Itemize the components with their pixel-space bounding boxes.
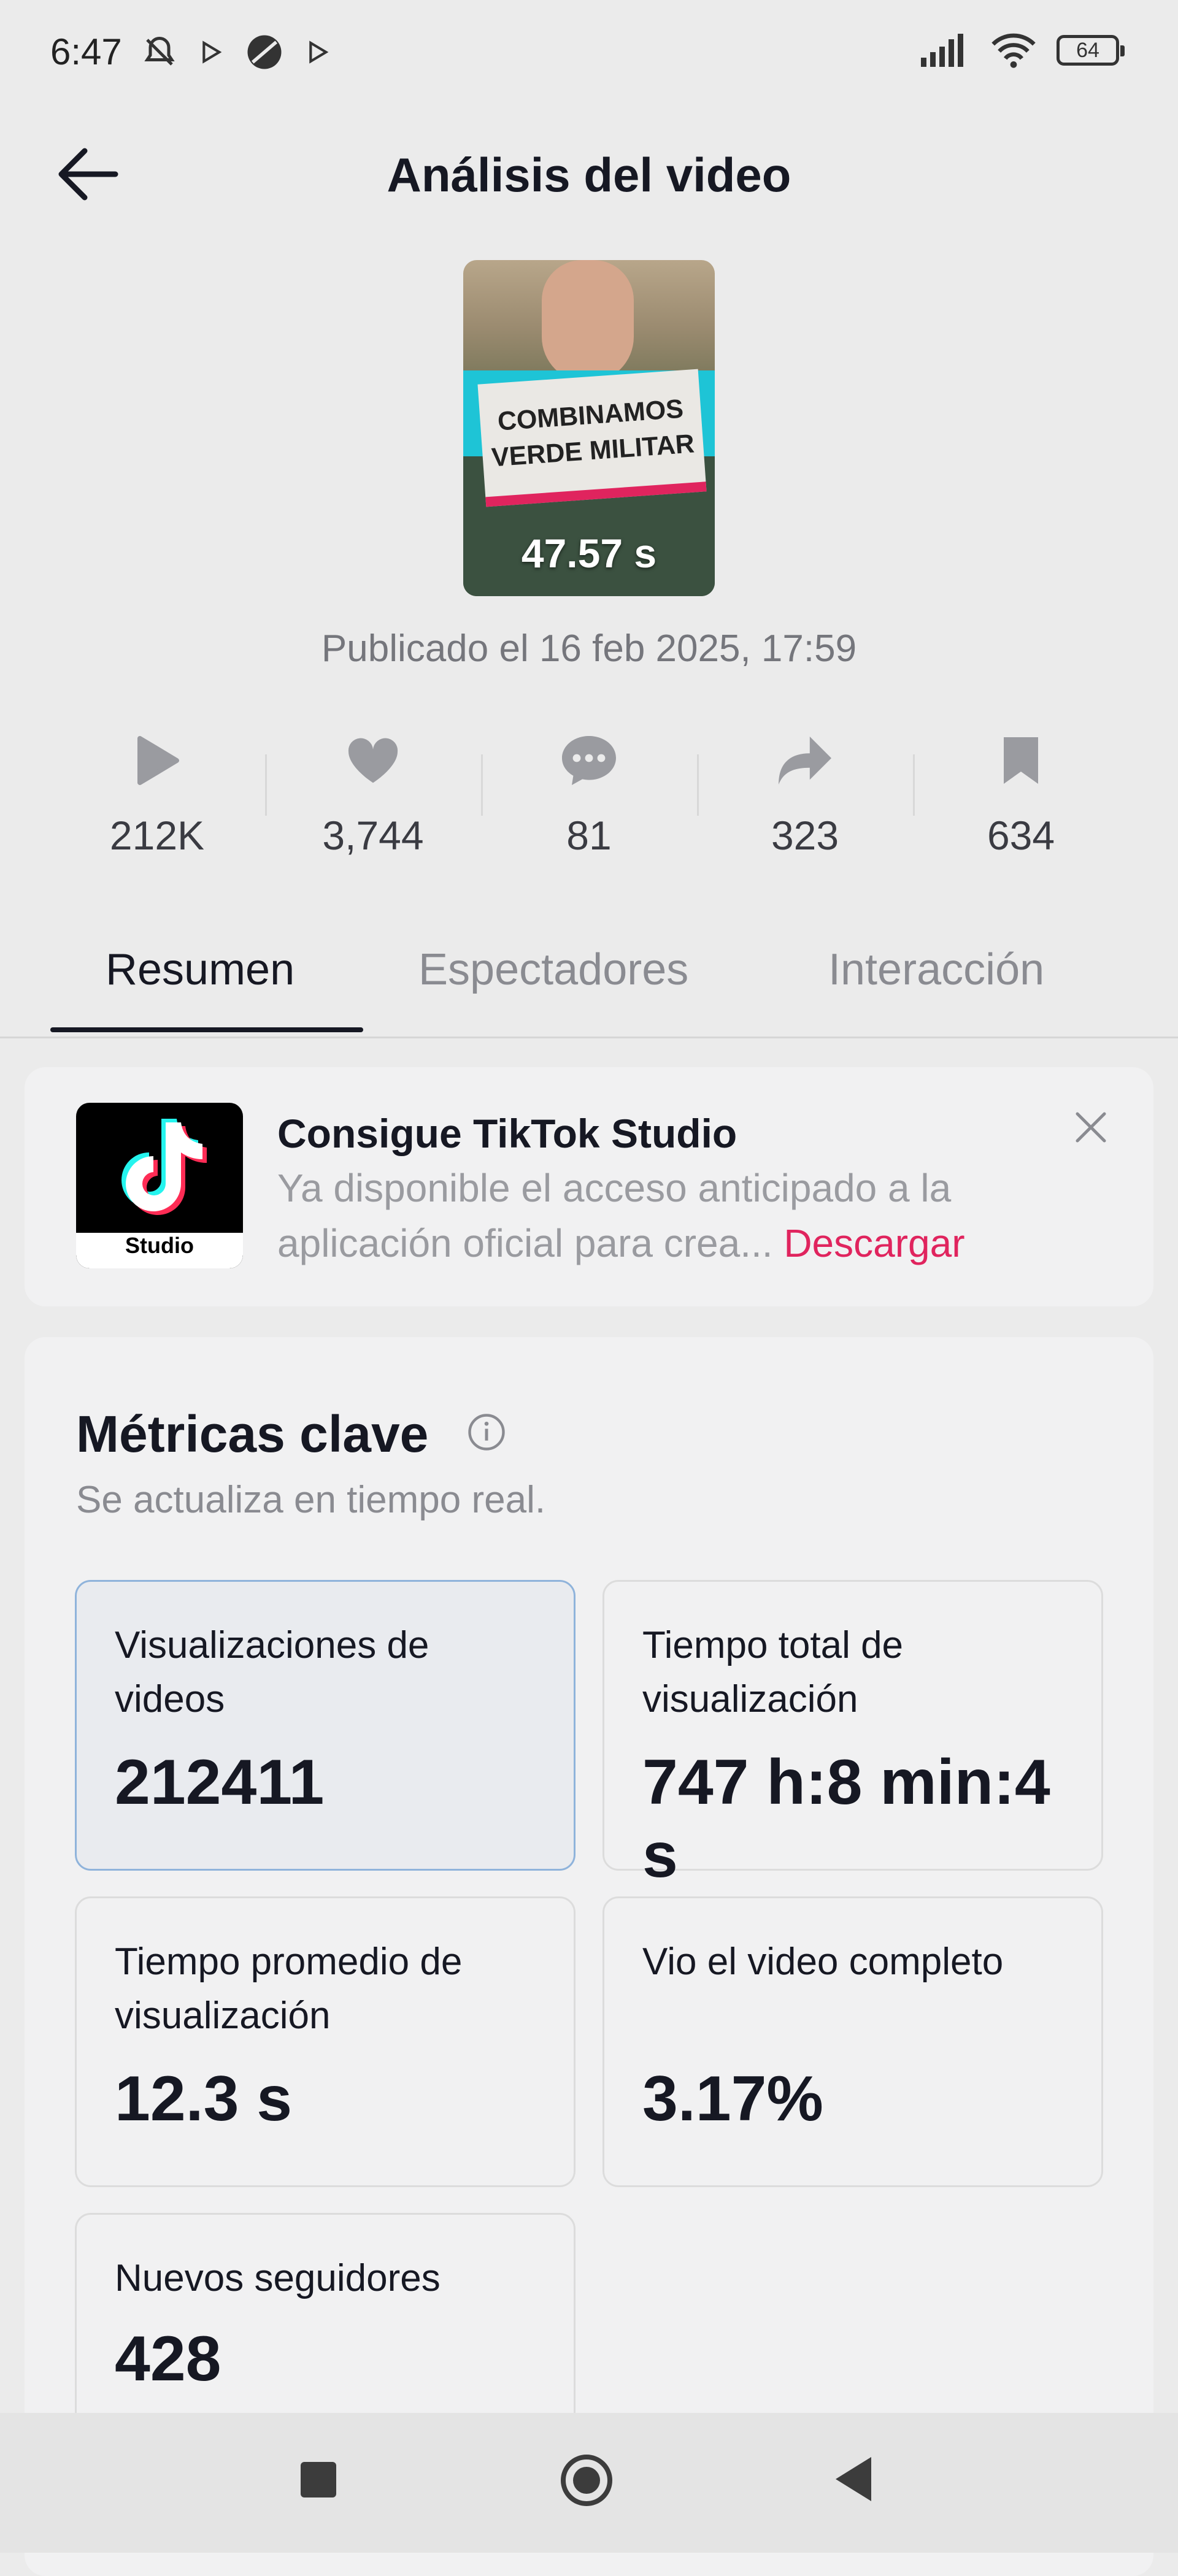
- stat-comments: 81: [481, 724, 697, 859]
- stat-likes: 3,744: [265, 724, 481, 859]
- download-link[interactable]: Descargar: [783, 1221, 964, 1265]
- play-store-icon: [202, 40, 222, 64]
- key-metrics-section: Métricas clave Se actualiza en tiempo re…: [25, 1337, 1153, 2576]
- status-notification-icons: [141, 32, 330, 72]
- system-navigation-bar: [0, 2413, 1178, 2553]
- metric-value: 212411: [115, 1747, 325, 1818]
- metric-value: 747 h:8 min:4 s: [642, 1747, 1050, 1891]
- metric-label: Visualizaciones de videos: [115, 1624, 429, 1720]
- metric-label: Nuevos seguidores: [115, 2257, 441, 2299]
- stat-saves-value: 634: [987, 813, 1055, 858]
- app-circle-icon: [247, 35, 282, 69]
- promo-title: Consigue TikTok Studio: [277, 1111, 737, 1156]
- metric-label: Tiempo total de visualización: [642, 1624, 904, 1720]
- close-icon[interactable]: [1072, 1109, 1109, 1146]
- stat-views-value: 212K: [109, 813, 205, 858]
- home-button[interactable]: [561, 2455, 612, 2506]
- metric-label: Tiempo promedio de visualización: [115, 1941, 463, 2037]
- stat-views: 212K: [49, 724, 265, 859]
- tab-bar: Resumen Espectadores Interacción: [0, 945, 1178, 1038]
- metric-card-total-watch-time[interactable]: Tiempo total de visualización 747 h:8 mi…: [602, 1580, 1103, 1891]
- comment-icon: [562, 736, 616, 785]
- heart-icon: [348, 738, 398, 783]
- metric-value: 428: [115, 2323, 221, 2394]
- tab-espectadores[interactable]: Espectadores: [418, 945, 688, 995]
- bookmark-icon: [1004, 737, 1038, 784]
- metric-card-avg-watch-time[interactable]: Tiempo promedio de visualización 12.3 s: [75, 1896, 576, 2187]
- play-store-icon-2: [309, 40, 329, 64]
- metric-card-views[interactable]: Visualizaciones de videos 212411: [75, 1580, 576, 1871]
- video-duration: 47.57 s: [521, 531, 657, 576]
- info-icon[interactable]: [466, 1412, 507, 1452]
- wifi-icon: [991, 33, 1036, 68]
- stat-saves: 634: [913, 724, 1129, 859]
- published-date: Publicado el 16 feb 2025, 17:59: [321, 627, 857, 670]
- metric-value: 3.17%: [642, 2063, 823, 2134]
- video-stats: 212K 3,744 81 323 634: [49, 724, 1129, 859]
- signal-icon: [921, 34, 963, 67]
- stat-likes-value: 3,744: [322, 813, 424, 858]
- recent-apps-button[interactable]: [301, 2462, 336, 2497]
- tiktok-note-icon: [121, 1119, 207, 1215]
- stat-comments-value: 81: [566, 813, 612, 858]
- battery-indicator: 64: [1057, 35, 1125, 66]
- metrics-subtitle: Se actualiza en tiempo real.: [76, 1479, 546, 1521]
- status-time: 6:47: [50, 31, 122, 72]
- metric-value: 12.3 s: [115, 2063, 293, 2134]
- tab-interaccion[interactable]: Interacción: [828, 945, 1044, 995]
- tiktok-studio-logo: Studio: [76, 1103, 243, 1268]
- metric-card-full-video[interactable]: Vio el video completo 3.17%: [602, 1896, 1103, 2187]
- tab-active-indicator: [50, 1027, 363, 1032]
- status-system-icons: 64: [919, 32, 1125, 69]
- metrics-title: Métricas clave: [76, 1405, 429, 1463]
- metric-label: Vio el video completo: [642, 1941, 1004, 1983]
- tab-resumen[interactable]: Resumen: [106, 945, 294, 995]
- thumbnail-person: [542, 260, 634, 383]
- stat-shares-value: 323: [771, 813, 839, 858]
- video-thumbnail[interactable]: COMBINAMOS VERDE MILITAR 47.57 s: [463, 260, 715, 596]
- system-back-button[interactable]: [836, 2457, 871, 2501]
- play-icon: [137, 736, 179, 785]
- promo-description: Ya disponible el acceso anticipado a la …: [277, 1160, 1075, 1271]
- bell-muted-icon: [144, 36, 175, 66]
- stat-shares: 323: [697, 724, 913, 859]
- thumbnail-text: COMBINAMOS VERDE MILITAR: [477, 369, 707, 507]
- tiktok-studio-promo: Studio Consigue TikTok Studio Ya disponi…: [25, 1067, 1153, 1306]
- share-icon: [779, 736, 831, 785]
- page-title: Análisis del video: [387, 148, 791, 202]
- logo-studio-text: Studio: [125, 1233, 194, 1258]
